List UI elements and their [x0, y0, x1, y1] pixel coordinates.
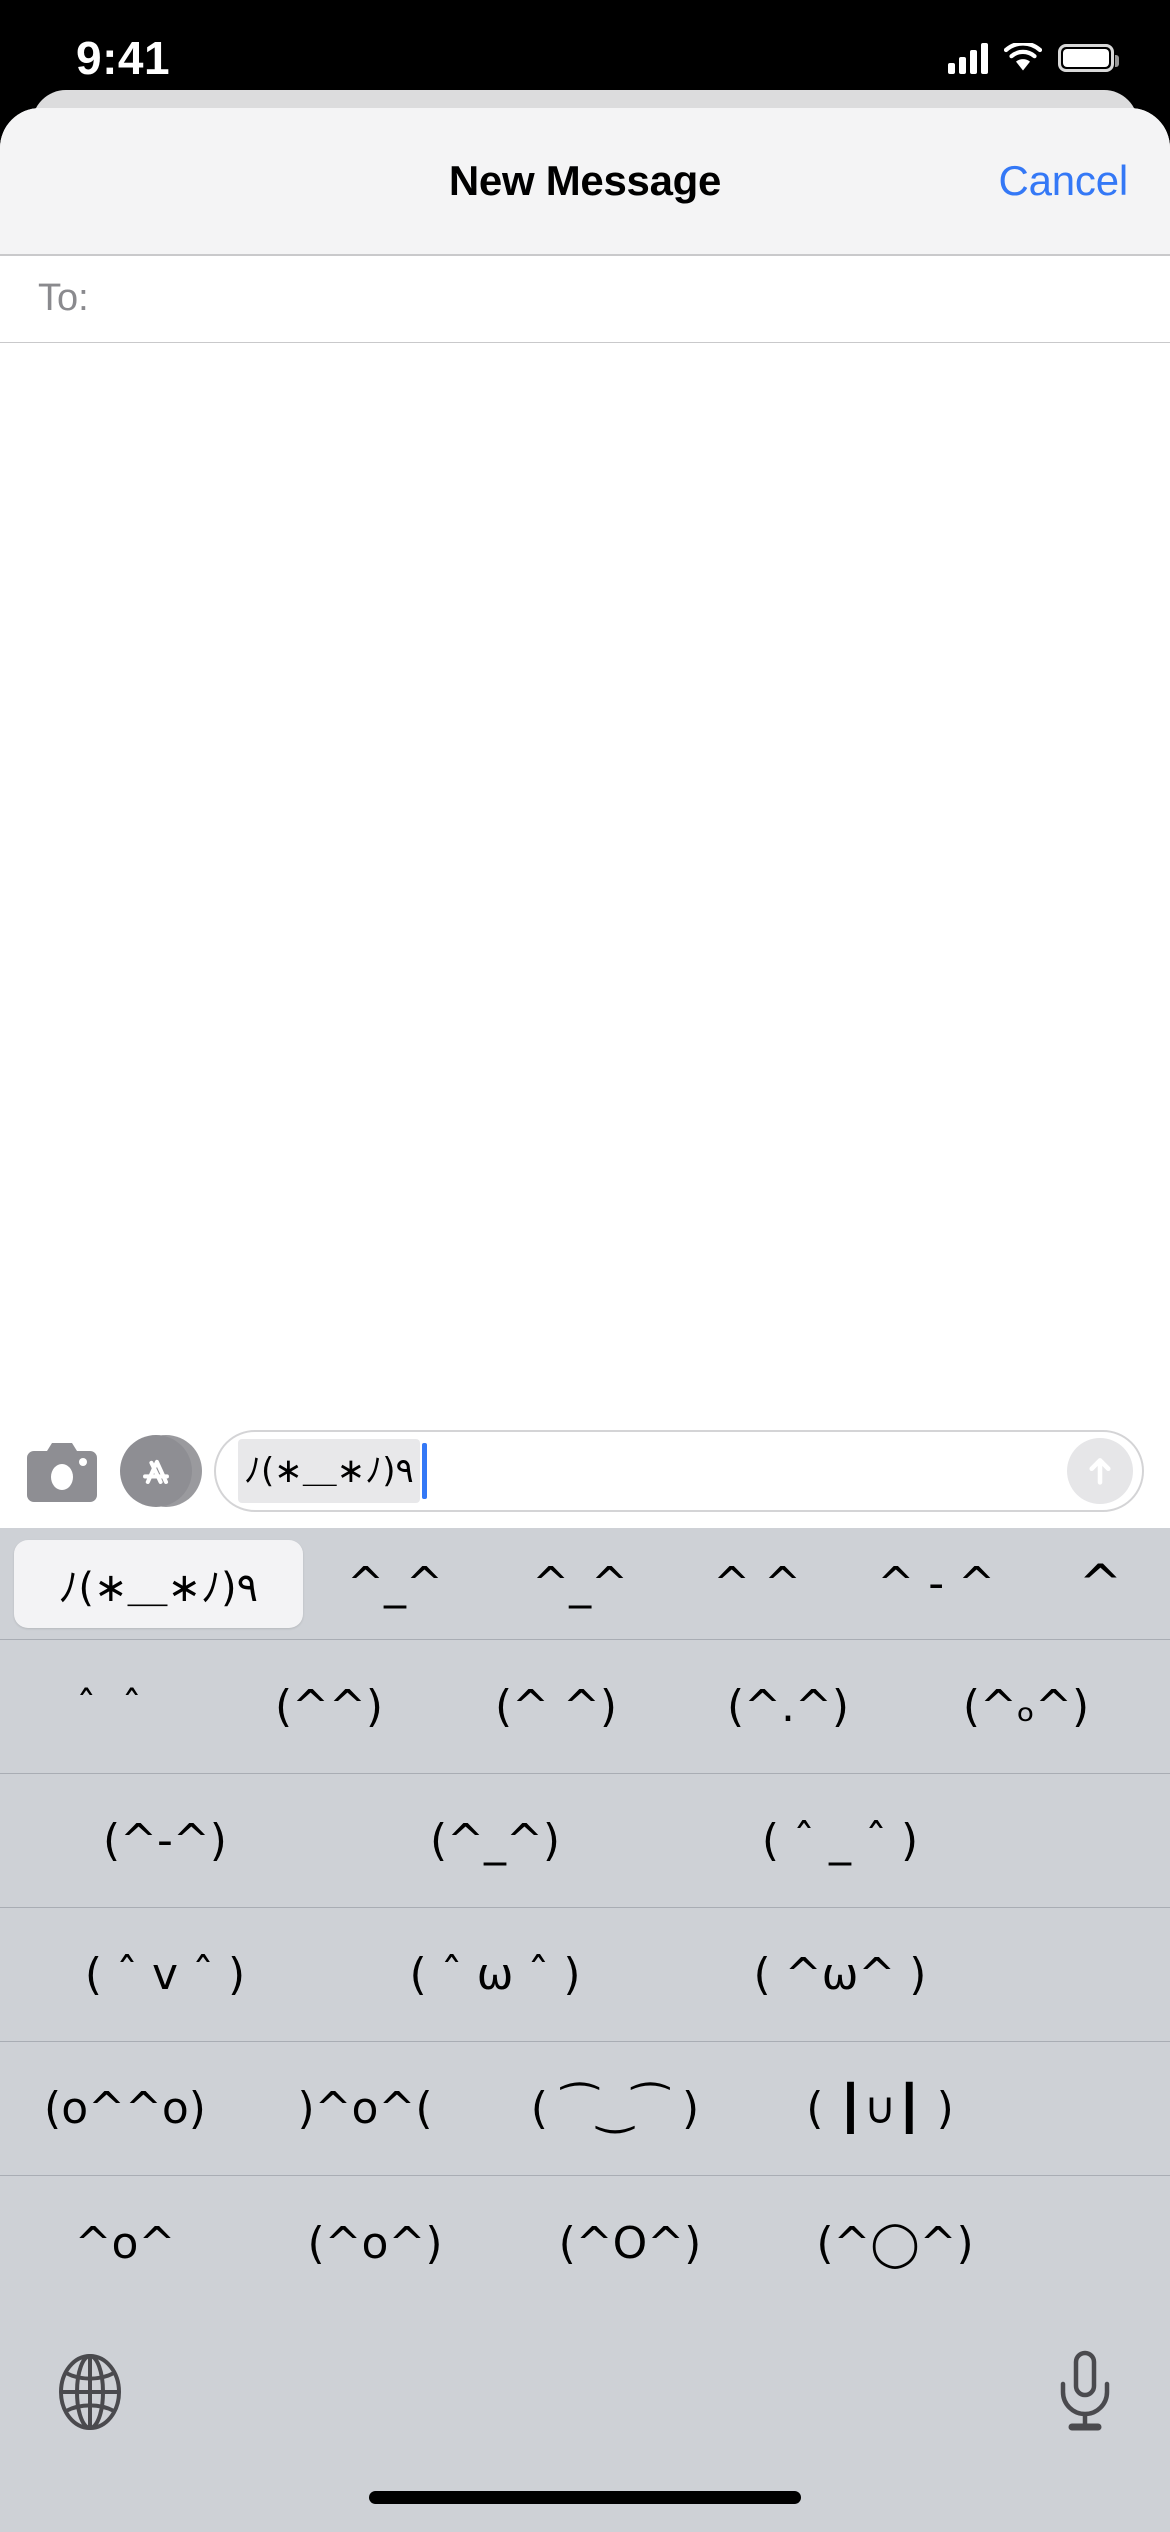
recipient-row[interactable]: To:	[0, 255, 1170, 342]
kaomoji-key[interactable]: )^o^(	[250, 2042, 480, 2175]
kaomoji-key[interactable]: (^-^)	[0, 1774, 330, 1907]
kaomoji-key[interactable]: (^O^)	[500, 2176, 760, 2310]
page-title: New Message	[448, 157, 722, 204]
keyboard-row-5: (o^^o) )^o^( ( ⁀‿⁀ ) ( ┃∪┃ )	[0, 2042, 1170, 2176]
kaomoji-key[interactable]: ^_^	[303, 1528, 488, 1639]
send-button[interactable]	[1067, 1438, 1133, 1504]
keyboard-row-3: (^-^) (^_^) ( ˆ _ ˆ )	[0, 1774, 1170, 1908]
cancel-button[interactable]: Cancel	[998, 157, 1128, 205]
kaomoji-key[interactable]: ^	[1031, 1528, 1170, 1639]
keyboard-row-6: ^o^ (^o^) (^O^) (^◯^)	[0, 2176, 1170, 2310]
message-canvas	[0, 343, 1170, 1414]
app-store-icon[interactable]	[120, 1435, 202, 1507]
kaomoji-key[interactable]: (^ₒ^)	[904, 1640, 1148, 1773]
text-cursor	[421, 1443, 427, 1499]
kaomoji-key[interactable]: ( ⁀‿⁀ )	[480, 2042, 750, 2175]
kaomoji-key[interactable]: ( ˆ v ˆ )	[0, 1908, 330, 2041]
kaomoji-key[interactable]: (^o^)	[250, 2176, 500, 2310]
new-message-sheet: New Message Cancel To: ﾉ(∗＿∗ﾉ)٩ ﾉ(∗＿∗ﾉ)٩…	[0, 108, 1170, 2532]
home-indicator	[369, 2491, 801, 2504]
kaomoji-key[interactable]: (^^)	[218, 1640, 440, 1773]
microphone-icon[interactable]	[1052, 2350, 1118, 2434]
keyboard-row-2: ˆ ˆ (^^) (^ ^) (^.^) (^ₒ^)	[0, 1640, 1170, 1774]
battery-icon	[1058, 44, 1119, 72]
kaomoji-key[interactable]: (^ ^)	[440, 1640, 672, 1773]
kaomoji-key[interactable]: ( ^ω^ )	[660, 1908, 1020, 2041]
kaomoji-key[interactable]: (^_^)	[330, 1774, 660, 1907]
wifi-icon	[1004, 43, 1042, 71]
kaomoji-key[interactable]: (o^^o)	[0, 2042, 250, 2175]
kaomoji-key[interactable]: (^.^)	[672, 1640, 904, 1773]
keyboard-suggestion-row: ﾉ(∗＿∗ﾉ)٩ ^_^ ^_^ ^ ^ ^ - ^ ^	[0, 1528, 1170, 1640]
message-input-field[interactable]: ﾉ(∗＿∗ﾉ)٩	[214, 1430, 1144, 1512]
kaomoji-key[interactable]: ^o^	[0, 2176, 250, 2310]
iphone-screen: 9:41 New Message Cancel To: ﾉ(∗＿∗ﾉ)٩ ﾉ(∗…	[0, 0, 1170, 2532]
kaomoji-keyboard: ﾉ(∗＿∗ﾉ)٩ ^_^ ^_^ ^ ^ ^ - ^ ^ ˆ ˆ (^^) (^…	[0, 1528, 1170, 2532]
message-input-toolbar: ﾉ(∗＿∗ﾉ)٩	[0, 1414, 1170, 1528]
kaomoji-key[interactable]: ˆ ˆ	[0, 1640, 218, 1773]
keyboard-bottom-bar	[0, 2310, 1170, 2474]
kaomoji-key[interactable]: ( ˆ ω ˆ )	[330, 1908, 660, 2041]
kaomoji-key[interactable]: ^_^	[488, 1528, 673, 1639]
status-bar-time: 9:41	[76, 32, 171, 84]
kaomoji-key[interactable]: ^ ^	[673, 1528, 842, 1639]
typed-kaomoji-token: ﾉ(∗＿∗ﾉ)٩	[238, 1439, 420, 1503]
kaomoji-key[interactable]: ( ┃∪┃ )	[750, 2042, 1010, 2175]
cellular-signal-icon	[948, 42, 988, 74]
kaomoji-key[interactable]: ( ˆ _ ˆ )	[660, 1774, 1020, 1907]
status-bar-indicators	[948, 26, 1119, 74]
status-bar: 9:41	[0, 0, 1170, 100]
to-input[interactable]	[88, 255, 1132, 342]
keyboard-row-4: ( ˆ v ˆ ) ( ˆ ω ˆ ) ( ^ω^ )	[0, 1908, 1170, 2042]
kaomoji-key[interactable]: ^ - ^	[842, 1528, 1031, 1639]
camera-icon[interactable]	[26, 1440, 98, 1502]
globe-icon[interactable]	[52, 2352, 128, 2432]
send-arrow-up-icon	[1089, 1458, 1111, 1485]
to-label: To:	[38, 277, 89, 319]
navigation-bar: New Message Cancel	[0, 108, 1170, 254]
kaomoji-key[interactable]: (^◯^)	[760, 2176, 1030, 2310]
kaomoji-key-selected[interactable]: ﾉ(∗＿∗ﾉ)٩	[14, 1539, 303, 1628]
